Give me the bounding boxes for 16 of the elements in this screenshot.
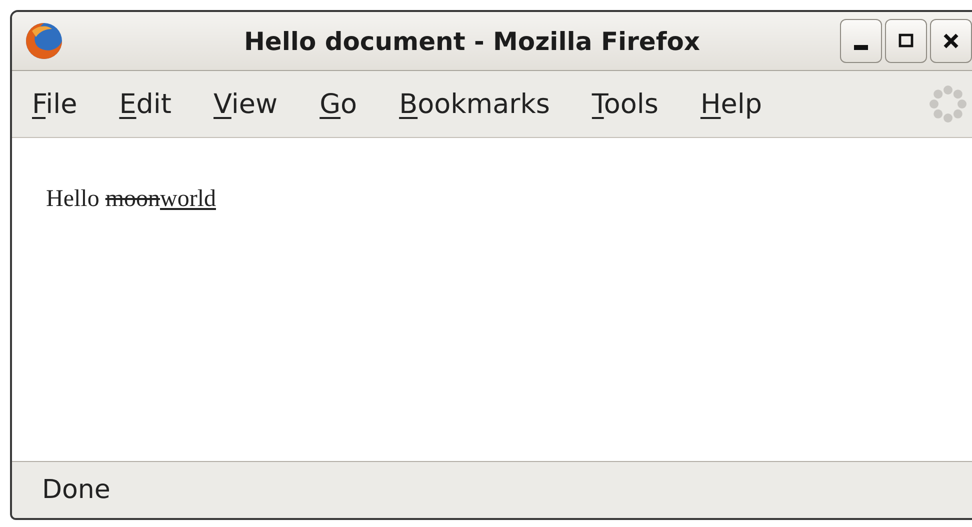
document-text: Hello moonworld xyxy=(46,186,217,213)
menu-item[interactable]: Go xyxy=(320,88,358,120)
throbber-icon xyxy=(928,84,968,124)
menu-item[interactable]: Tools xyxy=(592,88,658,120)
maximize-button[interactable] xyxy=(885,19,927,63)
status-text: Done xyxy=(42,475,110,505)
minimize-icon xyxy=(854,44,868,50)
minimize-button[interactable] xyxy=(840,19,882,63)
menu-item[interactable]: Bookmarks xyxy=(399,88,550,120)
window-title: Hello document - Mozilla Firefox xyxy=(242,26,702,56)
menu-item[interactable]: File xyxy=(32,88,78,120)
menu-item[interactable]: Edit xyxy=(119,88,172,120)
menu-item[interactable]: View xyxy=(214,88,278,120)
globe-icon xyxy=(24,21,64,61)
menu-item[interactable]: Help xyxy=(700,88,762,120)
close-button[interactable] xyxy=(930,19,972,63)
